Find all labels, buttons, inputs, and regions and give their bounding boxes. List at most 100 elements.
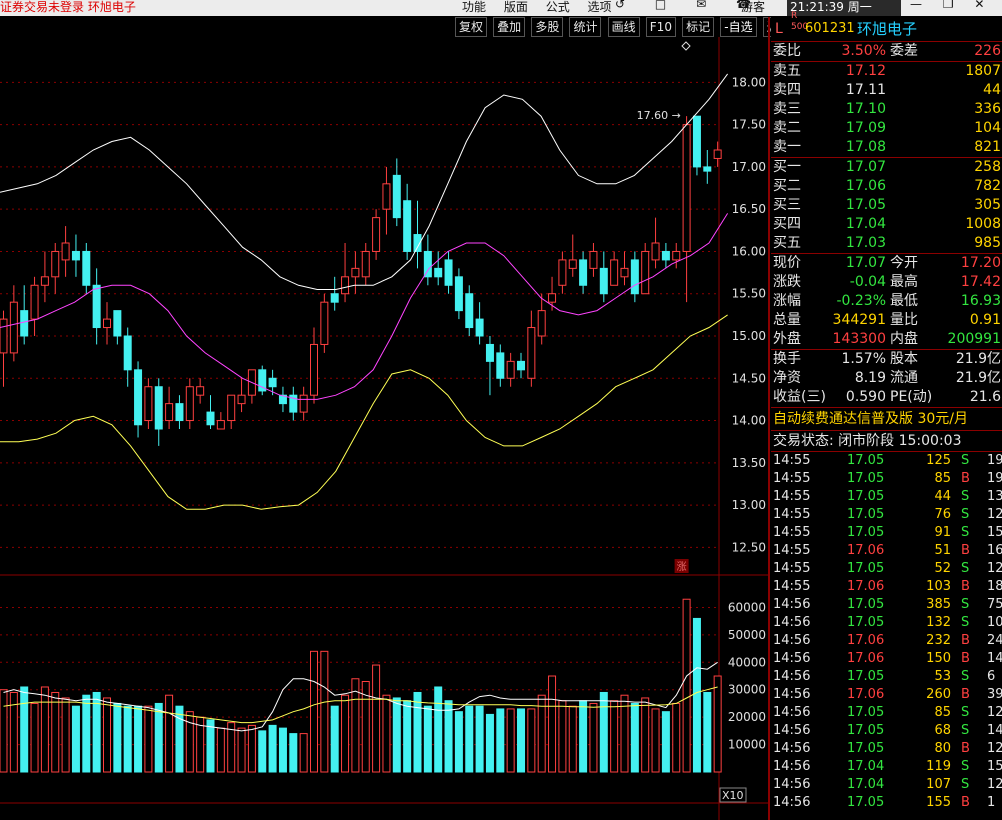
tick-side: B (961, 741, 970, 756)
volume-bar (165, 694, 174, 773)
quote-panel: L R 500 601231 环旭电子 委比 3.50% 委差 226 卖五 17.… (771, 11, 1002, 820)
volume-bar (289, 733, 298, 773)
btn-mark[interactable]: 标记 (682, 17, 715, 37)
price-tick-label: 13.50 (732, 456, 766, 470)
price-tick-label: 16.50 (732, 202, 766, 216)
tick-volume: 107 (926, 777, 951, 792)
tick-side: S (961, 759, 970, 774)
stat-row: 总量 344291 量比 0.91 (771, 311, 1002, 330)
tick-price: 17.05 (847, 669, 885, 684)
main-menu: 功能 版面 公式 选项 (462, 0, 626, 15)
candle-body (382, 183, 391, 210)
stat-row-value: 143300 (832, 331, 886, 347)
tick-side: S (961, 489, 970, 504)
candle-body (548, 293, 557, 303)
lock-icon[interactable]: □ (655, 0, 666, 11)
volume-bar (413, 691, 422, 773)
mail-icon[interactable]: ✉ (696, 0, 706, 11)
restore-icon[interactable]: ❐ (943, 0, 954, 11)
menu-function[interactable]: 功能 (462, 0, 486, 14)
subscription-ad[interactable]: 自动续费通达信普及版 30元/月 (771, 407, 1002, 430)
candle-body (372, 217, 381, 252)
btn-multi-stock[interactable]: 多股 (531, 17, 564, 37)
minimize-icon[interactable]: — (910, 0, 922, 11)
btn-draw[interactable]: 画线 (607, 17, 640, 37)
tick-price: 17.05 (847, 723, 885, 738)
guest-label[interactable]: 游客 (741, 0, 765, 15)
volume-bar (392, 697, 401, 773)
tick-price: 17.06 (847, 579, 885, 594)
tick-price: 17.04 (847, 777, 885, 792)
ask-row: 卖二 17.09 104 (771, 119, 1002, 138)
stat-row-value-2: 200991 (947, 331, 1001, 347)
candle-body (641, 250, 650, 295)
menu-options[interactable]: 选项 (588, 0, 612, 14)
tick-row: 14:56 17.06 260 B 39 (771, 686, 1002, 704)
stat-row-label-2: 流通 (890, 370, 918, 386)
candle-body (268, 377, 277, 388)
candle-body (9, 301, 18, 354)
volume-bar (247, 724, 256, 773)
btn-adjust[interactable]: 复权 (455, 17, 488, 37)
broker-title: 证券交易未登录 环旭电子 (0, 0, 136, 14)
price-tick-label: 16.00 (732, 244, 766, 258)
tick-row: 14:55 17.05 76 S 12 (771, 506, 1002, 524)
candle-body (682, 124, 691, 252)
tick-time: 14:55 (773, 489, 811, 504)
menu-formula[interactable]: 公式 (546, 0, 570, 14)
price-tick-label: 12.50 (732, 540, 766, 554)
bid-row-value-2: 305 (974, 197, 1001, 213)
volume-bar (299, 733, 308, 773)
volume-bar (30, 702, 39, 773)
btn-remove-watchlist[interactable]: -自选 (720, 17, 757, 37)
title-bar: 证券交易未登录 环旭电子 功能 版面 公式 选项 ↺ □ ✉ ☎ 游客 21:2… (0, 0, 1002, 16)
stat-row-label: 外盘 (773, 331, 801, 347)
stat-row-label-2: 最低 (890, 293, 918, 309)
tick-time: 14:56 (773, 633, 811, 648)
refresh-icon[interactable]: ↺ (615, 0, 625, 11)
volume-bar (651, 708, 660, 773)
tick-price: 17.06 (847, 687, 885, 702)
stat-row-value: 0.590 (845, 389, 886, 405)
volume-bar (134, 705, 143, 773)
tick-side: S (961, 453, 970, 468)
candle-body (579, 259, 588, 286)
tick-volume: 119 (926, 759, 951, 774)
tick-volume: 150 (926, 651, 951, 666)
stat-row-value: -0.23% (836, 293, 886, 309)
tick-count: 1 (987, 795, 996, 810)
candle-body (599, 267, 608, 295)
tick-list[interactable]: 14:55 17.05 125 S 19 14:55 17.05 85 B 19 14:55 17.0… (771, 451, 1002, 812)
tick-volume: 232 (926, 633, 951, 648)
tick-row: 14:56 17.05 132 S 10 (771, 614, 1002, 632)
tick-row: 14:56 17.05 385 S 75 (771, 596, 1002, 614)
candle-body (661, 250, 670, 261)
candle-body (496, 352, 505, 379)
close-icon[interactable]: ✕ (974, 0, 984, 11)
stock-name[interactable]: 环旭电子 (857, 17, 917, 41)
btn-statistics[interactable]: 统计 (569, 17, 602, 37)
kline-chart[interactable]: 18.00 17.50 17.00 16.50 16.00 15.50 15.00 14.50… (0, 37, 770, 820)
candle-body (71, 250, 80, 261)
menu-layout[interactable]: 版面 (504, 0, 528, 14)
volume-bar (661, 711, 670, 773)
bid-row-value: 17.05 (845, 197, 886, 213)
volume-bar (71, 705, 80, 773)
volume-bar (527, 708, 536, 773)
bid-row-label: 买四 (773, 216, 801, 232)
tick-time: 14:55 (773, 525, 811, 540)
candle-body (434, 267, 443, 278)
bid-row-label: 买一 (773, 159, 801, 175)
tick-count: 12 (987, 705, 1002, 720)
btn-overlay[interactable]: 叠加 (493, 17, 526, 37)
btn-f10[interactable]: F10 (645, 17, 676, 37)
bid-book: 买一 17.07 258 买二 17.06 782 买三 17.05 305 买四 17.04 100… (771, 157, 1002, 253)
volume-bar (548, 675, 557, 773)
tick-count: 12 (987, 777, 1002, 792)
tick-side: B (961, 633, 970, 648)
volume-bar (692, 617, 701, 773)
candle-body (537, 310, 546, 337)
tick-volume: 260 (926, 687, 951, 702)
stat-row-label-2: 今开 (890, 255, 918, 271)
tick-time: 14:55 (773, 543, 811, 558)
